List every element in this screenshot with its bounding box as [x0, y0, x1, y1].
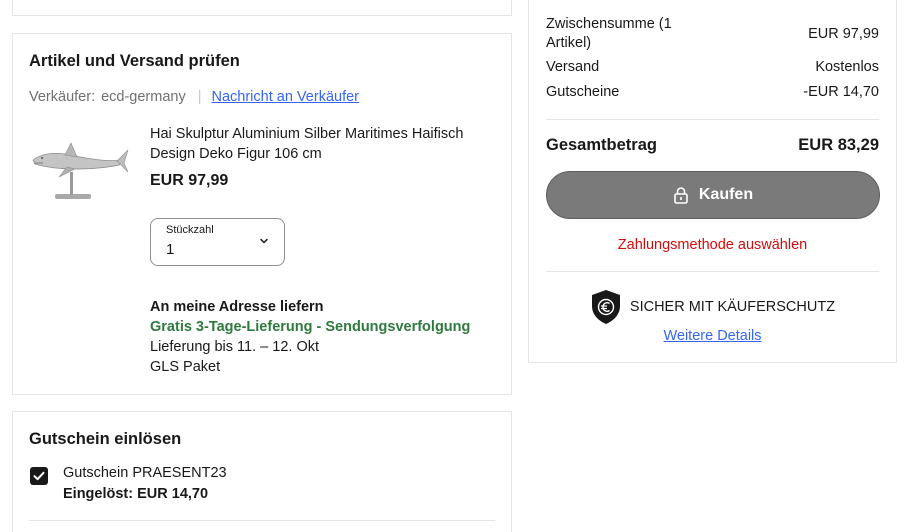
coupon-summary-value: -EUR 14,70	[803, 84, 879, 100]
total-row: Gesamtbetrag EUR 83,29	[546, 136, 879, 155]
delivery-estimate: Lieferung bis 11. – 12. Okt	[150, 339, 320, 355]
summary-divider-2	[546, 271, 879, 272]
summary-divider	[546, 119, 879, 120]
buyer-protection: SICHER MIT KÄUFERSCHUTZ	[529, 289, 896, 325]
coupon-row: Gutscheine -EUR 14,70	[546, 83, 879, 103]
product-thumbnail[interactable]	[29, 138, 129, 208]
coupon-summary-label: Gutscheine	[546, 84, 620, 100]
contact-seller-link[interactable]: Nachricht an Verkäufer	[212, 89, 360, 105]
product-title[interactable]: Hai Skulptur Aluminium Silber Maritimes …	[150, 124, 495, 164]
shipping-value: Kostenlos	[815, 59, 879, 75]
buy-button[interactable]: Kaufen	[546, 171, 880, 219]
chevron-down-icon	[258, 234, 270, 246]
coupon-redeemed-amount: Eingelöst: EUR 14,70	[63, 486, 209, 502]
lock-icon	[674, 187, 688, 204]
subtotal-row: Zwischensumme (1 Artikel) EUR 97,99	[546, 15, 879, 55]
subtotal-label: Zwischensumme (1 Artikel)	[546, 16, 672, 51]
total-label: Gesamtbetrag	[546, 136, 657, 154]
seller-row: Verkäufer: ecd-germany | Nachricht an Ve…	[29, 89, 359, 105]
shield-euro-icon	[591, 290, 620, 324]
subtotal-value: EUR 97,99	[808, 26, 879, 42]
coupon-checkbox[interactable]	[30, 467, 48, 485]
checkmark-icon	[33, 471, 45, 481]
shipping-info: An meine Adresse liefern Gratis 3-Tage-L…	[150, 297, 495, 377]
buy-button-label: Kaufen	[698, 186, 754, 203]
coupon-section-title: Gutschein einlösen	[29, 430, 182, 448]
item-shipping-card: Artikel und Versand prüfen Verkäufer: ec…	[12, 33, 512, 395]
more-details-link[interactable]: Weitere Details	[529, 328, 896, 344]
coupon-divider	[29, 520, 495, 521]
shipping-label: Versand	[546, 59, 600, 75]
payment-method-prompt[interactable]: Zahlungsmethode auswählen	[529, 237, 896, 253]
buyer-protection-text: SICHER MIT KÄUFERSCHUTZ	[629, 299, 836, 315]
total-value: EUR 83,29	[798, 136, 879, 154]
coupon-name: Gutschein PRAESENT23	[63, 465, 227, 481]
shipping-carrier: GLS Paket	[150, 359, 221, 375]
previous-section-card	[12, 0, 512, 16]
product-price: EUR 97,99	[150, 172, 229, 189]
seller-name: ecd-germany	[101, 89, 186, 105]
seller-label: Verkäufer:	[29, 89, 96, 105]
seller-separator: |	[197, 89, 202, 105]
quantity-select[interactable]: Stückzahl 1	[150, 218, 285, 266]
order-summary-card: Zwischensumme (1 Artikel) EUR 97,99 Vers…	[528, 0, 897, 363]
shipping-row: Versand Kostenlos	[546, 58, 879, 78]
shipping-heading: An meine Adresse liefern	[150, 299, 324, 315]
quantity-label: Stückzahl	[166, 224, 214, 236]
coupon-card: Gutschein einlösen Gutschein PRAESENT23 …	[12, 411, 512, 532]
quantity-value: 1	[166, 241, 175, 258]
shipping-option: Gratis 3-Tage-Lieferung - Sendungsverfol…	[150, 319, 471, 335]
item-section-title: Artikel und Versand prüfen	[29, 52, 240, 70]
